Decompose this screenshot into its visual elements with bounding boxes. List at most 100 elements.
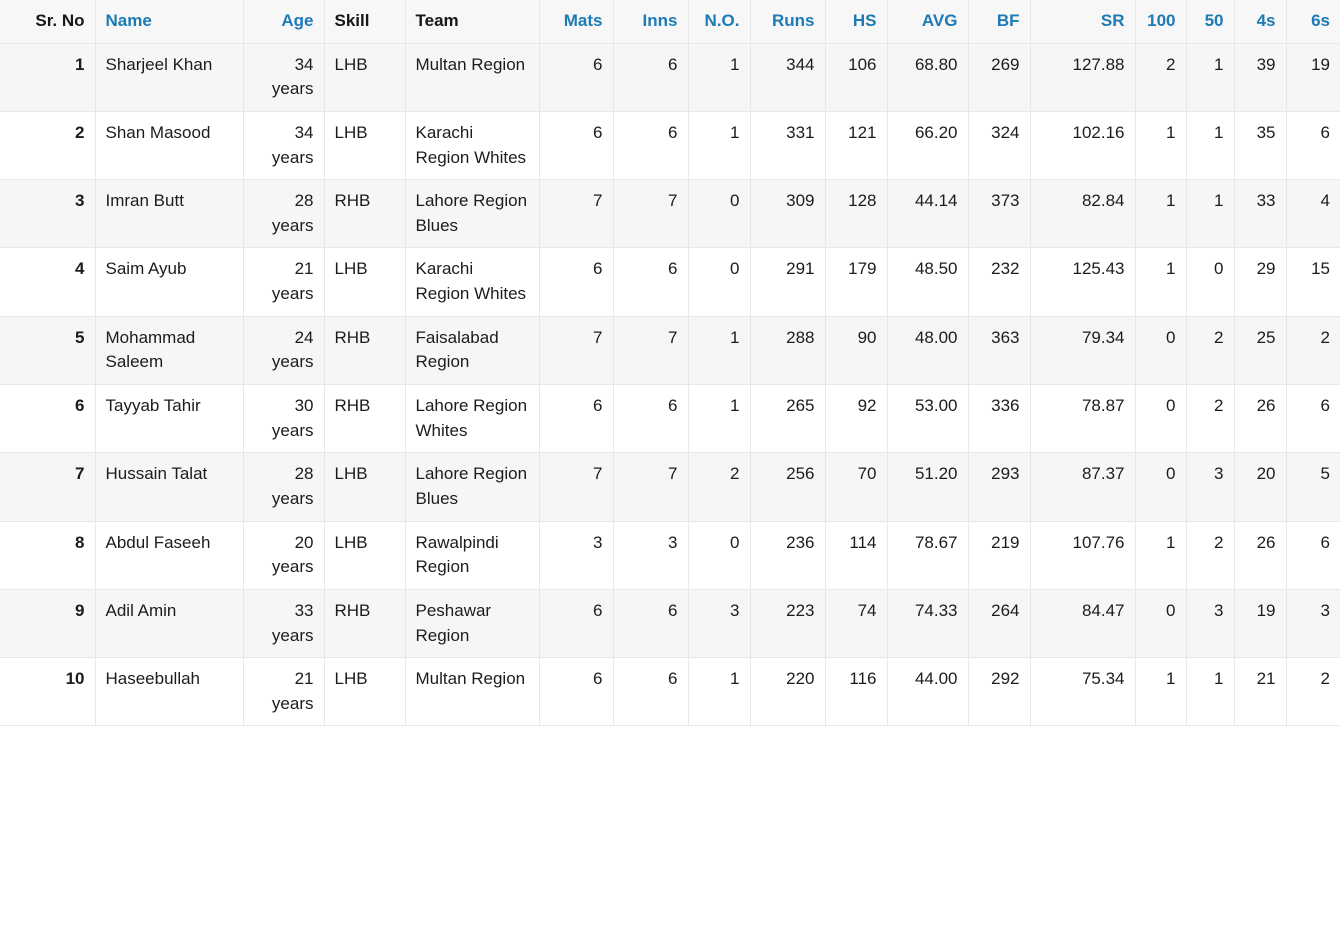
column-header-name[interactable]: Name — [95, 0, 244, 44]
cell-bf: 269 — [968, 43, 1031, 112]
cell-6s: 2 — [1286, 316, 1340, 386]
column-header-team[interactable]: Team — [405, 0, 540, 44]
table-row[interactable]: 10 Haseebullah 21 years LHB Multan Region 6 6 1… — [0, 657, 1340, 727]
cell-name: Shan Masood — [95, 111, 244, 181]
cell-50s: 2 — [1186, 521, 1235, 590]
column-header-skill[interactable]: Skill — [324, 0, 406, 44]
cell-100s: 1 — [1135, 657, 1187, 727]
cell-4s: 21 — [1234, 657, 1287, 727]
cell-mats: 6 — [539, 247, 614, 317]
cell-50s: 1 — [1186, 43, 1235, 112]
cell-hs: 114 — [825, 521, 888, 590]
cell-bf: 264 — [968, 589, 1031, 659]
table-row[interactable]: 1 Sharjeel Khan 34 years LHB Multan Region 6 6… — [0, 43, 1340, 112]
cell-mats: 7 — [539, 316, 614, 386]
column-header-100s[interactable]: 100 — [1135, 0, 1187, 44]
column-header-mats[interactable]: Mats — [539, 0, 614, 44]
column-header-avg[interactable]: AVG — [887, 0, 969, 44]
cell-no: 1 — [688, 111, 751, 181]
cell-name: Mohammad Saleem — [95, 316, 244, 386]
cell-avg: 74.33 — [887, 589, 969, 659]
column-header-hs[interactable]: HS — [825, 0, 888, 44]
table-row[interactable]: 3 Imran Butt 28 years RHB Lahore Region Blue… — [0, 179, 1340, 249]
cell-sr_no: 2 — [0, 111, 96, 181]
column-header-50s[interactable]: 50 — [1186, 0, 1235, 44]
table-row[interactable]: 9 Adil Amin 33 years RHB Peshawar Region 6 6 3 2… — [0, 589, 1340, 659]
cell-4s: 26 — [1234, 384, 1287, 454]
table-row[interactable]: 2 Shan Masood 34 years LHB Karachi Region Wh… — [0, 111, 1340, 181]
cell-sr_no: 5 — [0, 316, 96, 386]
table-row[interactable]: 5 Mohammad Saleem 24 years RHB Faisalabad Re… — [0, 316, 1340, 386]
cell-4s: 39 — [1234, 43, 1287, 112]
column-header-runs[interactable]: Runs — [750, 0, 826, 44]
cell-team: Multan Region — [405, 657, 540, 727]
cell-avg: 44.14 — [887, 179, 969, 249]
cell-inns: 6 — [613, 43, 689, 112]
cell-100s: 0 — [1135, 589, 1187, 659]
column-header-sr[interactable]: SR — [1030, 0, 1136, 44]
cell-100s: 1 — [1135, 521, 1187, 590]
cell-team: Peshawar Region — [405, 589, 540, 659]
cell-sr_no: 8 — [0, 521, 96, 590]
cell-bf: 336 — [968, 384, 1031, 454]
cell-no: 0 — [688, 179, 751, 249]
column-header-age[interactable]: Age — [243, 0, 325, 44]
cell-hs: 106 — [825, 43, 888, 112]
cell-runs: 291 — [750, 247, 826, 317]
cell-4s: 26 — [1234, 521, 1287, 590]
cell-no: 1 — [688, 316, 751, 386]
cell-runs: 288 — [750, 316, 826, 386]
cell-runs: 256 — [750, 452, 826, 522]
table-row[interactable]: 4 Saim Ayub 21 years LHB Karachi Region Whit… — [0, 247, 1340, 317]
cell-bf: 363 — [968, 316, 1031, 386]
cell-6s: 19 — [1286, 43, 1340, 112]
column-header-4s[interactable]: 4s — [1234, 0, 1287, 44]
cell-runs: 223 — [750, 589, 826, 659]
cell-inns: 6 — [613, 657, 689, 727]
cell-hs: 74 — [825, 589, 888, 659]
table-body: 1 Sharjeel Khan 34 years LHB Multan Region 6 6… — [0, 43, 1340, 727]
table-row[interactable]: 7 Hussain Talat 28 years LHB Lahore Region B… — [0, 452, 1340, 522]
cell-team: Lahore Region Blues — [405, 452, 540, 522]
cell-skill: LHB — [324, 43, 406, 112]
cell-50s: 3 — [1186, 589, 1235, 659]
cell-skill: RHB — [324, 589, 406, 659]
cell-6s: 6 — [1286, 384, 1340, 454]
cell-sr: 84.47 — [1030, 589, 1136, 659]
cell-50s: 2 — [1186, 384, 1235, 454]
cell-50s: 1 — [1186, 111, 1235, 181]
cell-hs: 128 — [825, 179, 888, 249]
cell-sr_no: 1 — [0, 43, 96, 112]
cell-no: 0 — [688, 521, 751, 590]
table-row[interactable]: 8 Abdul Faseeh 20 years LHB Rawalpindi Regio… — [0, 521, 1340, 590]
column-header-inns[interactable]: Inns — [613, 0, 689, 44]
cell-sr_no: 9 — [0, 589, 96, 659]
cell-name: Adil Amin — [95, 589, 244, 659]
cell-name: Imran Butt — [95, 179, 244, 249]
cell-hs: 70 — [825, 452, 888, 522]
cell-skill: LHB — [324, 247, 406, 317]
table-row[interactable]: 6 Tayyab Tahir 30 years RHB Lahore Region Wh… — [0, 384, 1340, 454]
cell-age: 34 years — [243, 111, 325, 181]
cell-mats: 7 — [539, 452, 614, 522]
cell-age: 34 years — [243, 43, 325, 112]
cell-6s: 2 — [1286, 657, 1340, 727]
column-header-no[interactable]: N.O. — [688, 0, 751, 44]
cell-runs: 236 — [750, 521, 826, 590]
cell-mats: 6 — [539, 43, 614, 112]
cell-sr_no: 4 — [0, 247, 96, 317]
cell-50s: 1 — [1186, 657, 1235, 727]
column-header-sr_no[interactable]: Sr. No — [0, 0, 96, 44]
cell-inns: 6 — [613, 111, 689, 181]
cell-skill: RHB — [324, 316, 406, 386]
column-header-6s[interactable]: 6s — [1286, 0, 1340, 44]
column-header-bf[interactable]: BF — [968, 0, 1031, 44]
cell-sr_no: 6 — [0, 384, 96, 454]
cell-6s: 6 — [1286, 111, 1340, 181]
cell-avg: 78.67 — [887, 521, 969, 590]
cell-100s: 0 — [1135, 384, 1187, 454]
cell-4s: 19 — [1234, 589, 1287, 659]
cell-50s: 3 — [1186, 452, 1235, 522]
cell-inns: 3 — [613, 521, 689, 590]
cell-100s: 1 — [1135, 111, 1187, 181]
